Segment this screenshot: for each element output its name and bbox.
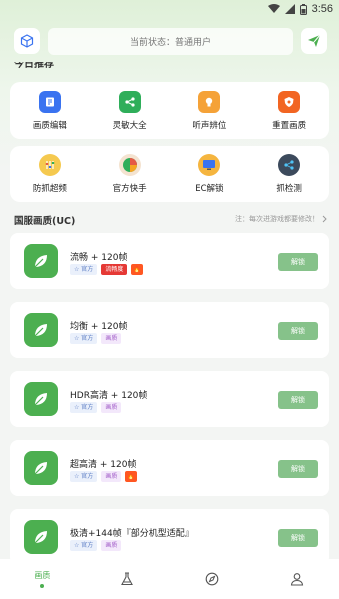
tool-anti-overclock[interactable]: 防抓超频 [14,154,86,194]
tag-smooth: 流畅度 [101,264,128,275]
nav-lab[interactable] [102,564,152,594]
unlock-button[interactable]: 解锁 [278,529,318,547]
nav-discover[interactable] [187,564,237,594]
network-icon [278,154,301,176]
tool-reset-quality[interactable]: 重置画质 [253,90,325,131]
nav-profile[interactable] [272,564,322,594]
tag-quality: 画质 [101,402,122,413]
doc-edit-icon [38,90,61,113]
cube-button[interactable] [14,28,40,54]
status-icons: 3:56 [267,3,333,15]
signal-icon [284,4,295,14]
leaf-icon [24,244,58,278]
compass-icon [205,572,219,586]
tag-official: ☆ 官方 [70,402,98,413]
tag-quality: 画质 [101,333,122,344]
tool-label: 抓检测 [276,184,302,194]
send-icon [308,34,321,47]
tag-official: ☆ 官方 [70,264,98,275]
tool-label: 听声辨位 [192,120,227,131]
fire-icon: 🔥 [131,264,143,275]
tools-card-1: 画质编辑 灵敏大全 听声辨位 重置画质 [10,82,329,139]
bottom-nav: 画质 [0,559,339,599]
section-title: 国服画质(UC) [14,216,76,227]
item-title: HDR高清 + 120帧 [70,391,148,401]
tool-label: 重置画质 [272,120,307,131]
fire-icon: 🔥 [125,471,137,482]
leaf-icon [24,520,58,554]
item-title: 极清+144帧『部分机型适配』 [70,529,194,539]
pie-icon [118,154,141,176]
chevron-right-icon [322,215,327,223]
tools-card-2: 防抓超频 官方快手 EC解锁 抓检测 [10,146,329,202]
item-tags: ☆ 官方 画质 [70,333,122,344]
user-status: 当前状态：普通用户 [48,28,293,55]
unlock-button[interactable]: 解锁 [278,253,318,271]
tag-official: ☆ 官方 [70,471,98,482]
share-icon [118,90,141,113]
header: 当前状态：普通用户 [10,28,329,58]
tool-label: 画质编辑 [32,120,67,131]
list-item: 流畅 + 120帧 ☆ 官方 流畅度 🔥 解锁 [10,233,329,289]
section-note-text: 注：每次进游戏都要修改！ [235,215,319,223]
list-item: HDR高清 + 120帧 ☆ 官方 画质 解锁 [10,371,329,427]
section-note[interactable]: 注：每次进游戏都要修改！ [235,214,327,224]
item-tags: ☆ 官方 画质 [70,402,122,413]
unlock-button[interactable]: 解锁 [278,322,318,340]
shield-icon [278,90,301,113]
wifi-icon [267,4,280,13]
list-item: 均衡 + 120帧 ☆ 官方 画质 解锁 [10,302,329,358]
user-icon [290,573,303,586]
item-title: 均衡 + 120帧 [70,322,128,332]
tag-quality: 画质 [101,471,122,482]
clock: 3:56 [311,3,333,15]
quality-list: 流畅 + 120帧 ☆ 官方 流畅度 🔥 解锁 均衡 + 120帧 ☆ 官方 画… [10,233,329,578]
item-tags: ☆ 官方 流畅度 🔥 [70,264,143,275]
item-tags: ☆ 官方 画质 🔥 [70,471,137,482]
section-title-peek: 今日推荐 [14,62,54,70]
send-button[interactable] [301,28,327,54]
cube-icon [20,34,34,48]
tool-label: 官方快手 [112,184,147,194]
lightbulb-icon [198,90,221,113]
active-dot [40,584,45,588]
status-bar: 3:56 [0,0,339,20]
tool-official-kuaishou[interactable]: 官方快手 [94,154,166,194]
tag-official: ☆ 官方 [70,540,98,551]
tag-quality: 画质 [101,540,122,551]
item-tags: ☆ 官方 画质 [70,540,122,551]
leaf-icon [24,382,58,416]
tool-label: 灵敏大全 [112,120,147,131]
tool-sound-locate[interactable]: 听声辨位 [173,90,245,131]
tool-capture-detect[interactable]: 抓检测 [253,154,325,194]
tool-label: EC解锁 [195,184,224,194]
list-item: 超高清 + 120帧 ☆ 官方 画质 🔥 解锁 [10,440,329,496]
tool-label: 防抓超频 [32,184,67,194]
tag-official: ☆ 官方 [70,333,98,344]
item-title: 流畅 + 120帧 [70,253,128,263]
leaf-icon [24,451,58,485]
unlock-button[interactable]: 解锁 [278,460,318,478]
nav-quality-label: 画质 [34,571,51,580]
monitor-icon [198,154,221,176]
list-item: 极清+144帧『部分机型适配』 ☆ 官方 画质 解锁 [10,509,329,565]
item-title: 超高清 + 120帧 [70,460,137,470]
tool-sensitivity[interactable]: 灵敏大全 [94,90,166,131]
tool-quality-edit[interactable]: 画质编辑 [14,90,86,131]
sliders-icon [38,154,61,176]
battery-icon [299,3,307,15]
nav-quality[interactable]: 画质 [17,564,67,594]
leaf-icon [24,313,58,347]
tool-ec-unlock[interactable]: EC解锁 [173,154,245,194]
unlock-button[interactable]: 解锁 [278,391,318,409]
flask-icon [121,572,134,586]
